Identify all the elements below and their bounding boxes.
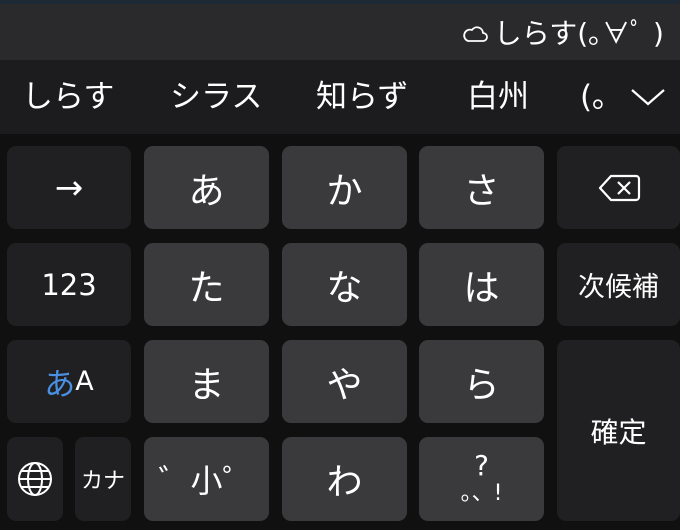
key-a[interactable]: あ — [144, 146, 269, 229]
key-label: ら — [463, 364, 500, 406]
katakana-key[interactable]: カナ — [75, 437, 131, 521]
key-label: さ — [463, 170, 500, 212]
candidate-item[interactable]: (｡ — [580, 78, 608, 116]
chevron-down-icon[interactable] — [628, 80, 668, 114]
cursor-right-key[interactable]: → — [7, 146, 131, 229]
composition-text: しらす(｡∀ﾟ ) — [493, 17, 664, 50]
candidate-item[interactable]: 白州 — [467, 78, 529, 116]
key-ma[interactable]: ま — [144, 340, 269, 423]
katakana-key-label: カナ — [80, 469, 125, 494]
key-label: か — [326, 170, 363, 212]
key-label: ま — [188, 364, 225, 406]
key-label: な — [326, 267, 363, 309]
key-label: た — [188, 267, 225, 309]
globe-icon — [18, 462, 52, 496]
key-ya[interactable]: や — [282, 340, 407, 423]
candidate-item[interactable]: 知らず — [316, 78, 408, 116]
next-candidate-key[interactable]: 次候補 — [557, 243, 680, 326]
candidate-bar: しらす シラス 知らず 白州 (｡ — [0, 60, 680, 134]
keyboard: → あ か さ 123 た な は 次候補 あ A ま や ら 確定 カナ ゛小… — [0, 134, 680, 530]
backspace-key[interactable] — [557, 146, 680, 229]
key-label: あ — [188, 170, 225, 212]
key-label: や — [326, 364, 363, 406]
globe-key[interactable] — [7, 437, 63, 521]
punctuation-bottom-label: 。、! — [460, 481, 503, 506]
candidate-item[interactable]: しらす — [22, 78, 114, 116]
numbers-key-label: 123 — [41, 267, 97, 302]
backspace-icon — [598, 174, 640, 201]
key-ra[interactable]: ら — [419, 340, 544, 423]
confirm-key-label: 確定 — [590, 415, 647, 449]
mode-kana-label: あ — [44, 367, 76, 403]
cloud-icon — [463, 26, 488, 42]
mode-latin-label: A — [75, 366, 94, 397]
punctuation-key[interactable]: ? 。、! — [419, 437, 544, 521]
key-ka[interactable]: か — [282, 146, 407, 229]
numbers-key[interactable]: 123 — [7, 243, 131, 326]
key-na[interactable]: な — [282, 243, 407, 326]
confirm-key[interactable]: 確定 — [557, 340, 680, 521]
key-label: は — [463, 267, 500, 309]
candidate-item[interactable]: シラス — [170, 78, 262, 116]
key-ta[interactable]: た — [144, 243, 269, 326]
composition-bar: しらす(｡∀ﾟ ) — [0, 4, 680, 60]
next-candidate-label: 次候補 — [578, 272, 659, 303]
key-sa[interactable]: さ — [419, 146, 544, 229]
punctuation-top-label: ? — [474, 449, 489, 482]
composition-text-container: しらす(｡∀ﾟ ) — [462, 18, 664, 50]
dakuten-small-key[interactable]: ゛小゜ — [144, 437, 269, 521]
cursor-right-label: → — [54, 167, 84, 208]
key-ha[interactable]: は — [419, 243, 544, 326]
key-label: ゛小゜ — [158, 462, 255, 500]
input-mode-key[interactable]: あ A — [7, 340, 131, 423]
key-wa[interactable]: わ — [282, 437, 407, 521]
key-label: わ — [326, 462, 363, 503]
